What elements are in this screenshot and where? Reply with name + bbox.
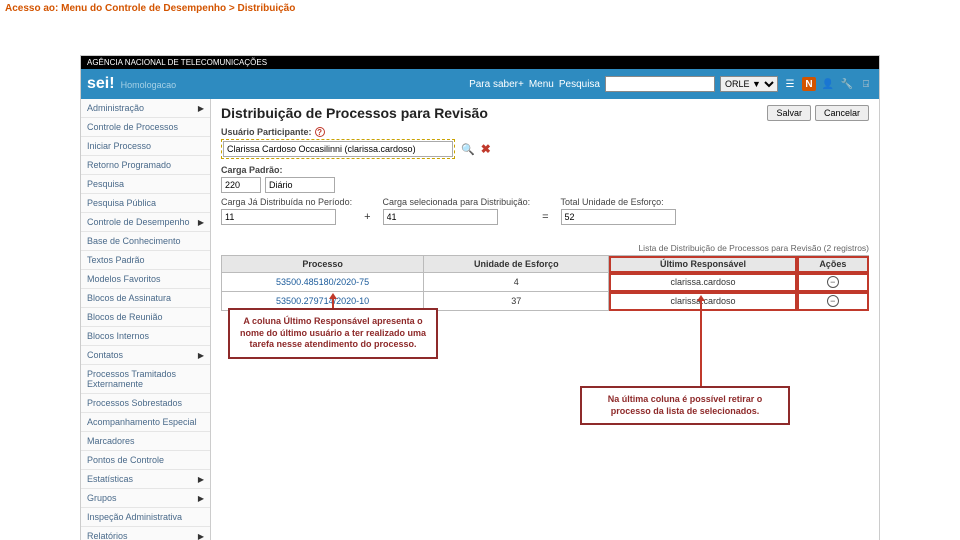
- carga-periodo-input[interactable]: [265, 177, 335, 193]
- sel-label: Carga selecionada para Distribuição:: [383, 197, 531, 207]
- cell-acoes: −: [797, 292, 868, 311]
- instruction-text: Acesso ao: Menu do Controle de Desempenh…: [5, 3, 295, 14]
- sidebar-item-4[interactable]: Pesquisa: [81, 175, 210, 194]
- sidebar-item-15[interactable]: Processos Sobrestados: [81, 394, 210, 413]
- carga-num-input[interactable]: [221, 177, 261, 193]
- sidebar-item-20[interactable]: Grupos▶: [81, 489, 210, 508]
- link-para-saber[interactable]: Para saber+: [469, 79, 524, 90]
- table-row: 53500.485180/2020-75 4clarissa.cardoso −: [222, 273, 869, 292]
- cell-responsavel: clarissa.cardoso: [609, 273, 797, 292]
- remove-icon[interactable]: −: [827, 295, 839, 307]
- tot-label: Total Unidade de Esforço:: [561, 197, 676, 207]
- sidebar-item-22[interactable]: Relatórios▶: [81, 527, 210, 540]
- th-acoes: Ações: [797, 256, 868, 273]
- user-icon[interactable]: 👤: [821, 77, 835, 91]
- clear-user-icon[interactable]: ✖: [481, 142, 491, 156]
- usuario-label: Usuário Participante: ?: [221, 127, 869, 137]
- sidebar-item-7[interactable]: Base de Conhecimento: [81, 232, 210, 251]
- th-processo: Processo: [222, 256, 424, 273]
- sel-input[interactable]: [383, 209, 498, 225]
- link-menu[interactable]: Menu: [529, 79, 554, 90]
- sidebar-item-12[interactable]: Blocos Internos: [81, 327, 210, 346]
- process-link[interactable]: 53500.279714/2020-10: [276, 296, 369, 306]
- app-window: AGÊNCIA NACIONAL DE TELECOMUNICAÇÕES sei…: [80, 55, 880, 540]
- menu-icon[interactable]: ☰: [783, 77, 797, 91]
- save-button[interactable]: Salvar: [767, 105, 811, 121]
- logo-text: sei!: [87, 75, 115, 93]
- sidebar-item-14[interactable]: Processos Tramitados Externamente: [81, 365, 210, 394]
- dist-label: Carga Já Distribuída no Período:: [221, 197, 352, 207]
- process-table: Processo Unidade de Esforço Último Respo…: [221, 255, 869, 311]
- sidebar-item-11[interactable]: Blocos de Reunião: [81, 308, 210, 327]
- cell-ue: 37: [424, 292, 609, 311]
- arrow-1: [332, 298, 334, 308]
- logo-subtitle: Homologacao: [121, 80, 177, 90]
- sidebar-item-2[interactable]: Iniciar Processo: [81, 137, 210, 156]
- topbar-right: Para saber+ Menu Pesquisa ORLE ▼ ☰ N 👤 🔧…: [469, 76, 873, 92]
- search-input[interactable]: [605, 76, 715, 92]
- sidebar-item-13[interactable]: Contatos▶: [81, 346, 210, 365]
- table-caption: Lista de Distribuição de Processos para …: [221, 243, 869, 253]
- callout-acoes: Na última coluna é possível retirar o pr…: [580, 386, 790, 425]
- process-link[interactable]: 53500.485180/2020-75: [276, 277, 369, 287]
- sidebar-item-19[interactable]: Estatísticas▶: [81, 470, 210, 489]
- arrow-2: [700, 300, 702, 386]
- equals-sign: =: [542, 211, 548, 225]
- sidebar-item-16[interactable]: Acompanhamento Especial: [81, 413, 210, 432]
- cell-acoes: −: [797, 273, 868, 292]
- plus-sign: +: [364, 211, 370, 225]
- th-ultimo-responsavel: Último Responsável: [609, 256, 797, 273]
- exit-icon[interactable]: ⍈: [859, 77, 873, 91]
- agency-bar: AGÊNCIA NACIONAL DE TELECOMUNICAÇÕES: [81, 56, 879, 69]
- sidebar-item-18[interactable]: Pontos de Controle: [81, 451, 210, 470]
- dist-input[interactable]: [221, 209, 336, 225]
- sidebar-item-6[interactable]: Controle de Desempenho▶: [81, 213, 210, 232]
- carga-label: Carga Padrão:: [221, 165, 869, 175]
- sidebar-item-17[interactable]: Marcadores: [81, 432, 210, 451]
- settings-icon[interactable]: 🔧: [840, 77, 854, 91]
- sidebar-item-21[interactable]: Inspeção Administrativa: [81, 508, 210, 527]
- sidebar-item-10[interactable]: Blocos de Assinatura: [81, 289, 210, 308]
- sidebar-item-9[interactable]: Modelos Favoritos: [81, 270, 210, 289]
- help-icon[interactable]: ?: [315, 127, 325, 137]
- remove-icon[interactable]: −: [827, 276, 839, 288]
- usuario-input[interactable]: [223, 141, 453, 157]
- th-unidade: Unidade de Esforço: [424, 256, 609, 273]
- label-pesquisa: Pesquisa: [559, 79, 600, 90]
- cell-processo: 53500.485180/2020-75: [222, 273, 424, 292]
- search-user-icon[interactable]: 🔍: [461, 143, 475, 156]
- sidebar: Administração▶Controle de ProcessosInici…: [81, 99, 211, 540]
- notification-icon[interactable]: N: [802, 77, 816, 91]
- callout-ultimo-responsavel: A coluna Último Responsável apresenta o …: [228, 308, 438, 359]
- sidebar-item-0[interactable]: Administração▶: [81, 99, 210, 118]
- sidebar-item-1[interactable]: Controle de Processos: [81, 118, 210, 137]
- logo: sei! Homologacao: [87, 75, 176, 93]
- tot-input: [561, 209, 676, 225]
- sidebar-item-5[interactable]: Pesquisa Pública: [81, 194, 210, 213]
- top-bar: sei! Homologacao Para saber+ Menu Pesqui…: [81, 69, 879, 99]
- cancel-button[interactable]: Cancelar: [815, 105, 869, 121]
- unit-select[interactable]: ORLE ▼: [720, 76, 778, 92]
- cell-ue: 4: [424, 273, 609, 292]
- sidebar-item-3[interactable]: Retorno Programado: [81, 156, 210, 175]
- sidebar-item-8[interactable]: Textos Padrão: [81, 251, 210, 270]
